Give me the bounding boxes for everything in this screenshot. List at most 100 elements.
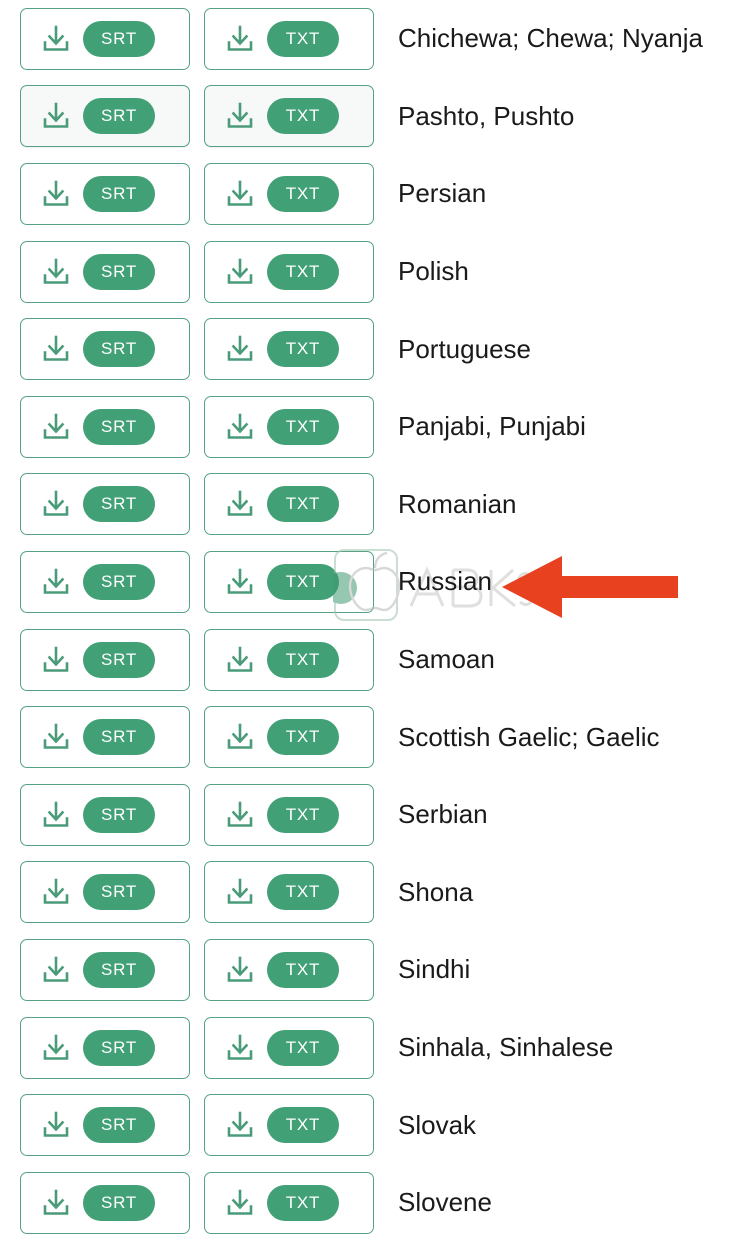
srt-format-badge: SRT — [83, 874, 155, 911]
download-srt-button[interactable]: SRT — [20, 473, 190, 536]
download-txt-button[interactable]: TXT — [204, 1016, 374, 1079]
download-icon — [41, 24, 71, 54]
subtitle-download-page: SRT TXT Chichewa; Chewa; Nyanja SRT TXT … — [0, 0, 740, 1246]
srt-format-badge: SRT — [83, 98, 155, 135]
srt-format-badge: SRT — [83, 719, 155, 756]
language-row-sindhi: SRT TXT Sindhi — [0, 931, 740, 1009]
download-icon — [225, 645, 255, 675]
download-icon — [225, 257, 255, 287]
language-row-chichewa-chewa-nyanja: SRT TXT Chichewa; Chewa; Nyanja — [0, 0, 740, 78]
download-srt-button[interactable]: SRT — [20, 783, 190, 846]
download-txt-button[interactable]: TXT — [204, 162, 374, 225]
language-row-serbian: SRT TXT Serbian — [0, 776, 740, 854]
download-txt-button[interactable]: TXT — [204, 395, 374, 458]
download-srt-button[interactable]: SRT — [20, 7, 190, 70]
language-download-list: SRT TXT Chichewa; Chewa; Nyanja SRT TXT … — [0, 0, 740, 1242]
download-srt-button[interactable]: SRT — [20, 85, 190, 148]
language-row-polish: SRT TXT Polish — [0, 233, 740, 311]
srt-format-badge: SRT — [83, 408, 155, 445]
download-txt-button[interactable]: TXT — [204, 473, 374, 536]
txt-format-badge: TXT — [267, 253, 339, 290]
srt-format-badge: SRT — [83, 563, 155, 600]
download-icon — [41, 412, 71, 442]
language-label: Polish — [398, 255, 469, 286]
download-txt-button[interactable]: TXT — [204, 628, 374, 691]
txt-format-badge: TXT — [267, 874, 339, 911]
language-label: Sinhala, Sinhalese — [398, 1031, 614, 1062]
download-txt-button[interactable]: TXT — [204, 240, 374, 303]
download-txt-button[interactable]: TXT — [204, 706, 374, 769]
download-icon — [225, 955, 255, 985]
download-icon — [225, 412, 255, 442]
download-icon — [41, 334, 71, 364]
download-txt-button[interactable]: TXT — [204, 938, 374, 1001]
language-row-persian: SRT TXT Persian — [0, 155, 740, 233]
language-row-pashto-pushto: SRT TXT Pashto, Pushto — [0, 78, 740, 156]
download-txt-button[interactable]: TXT — [204, 783, 374, 846]
language-label: Slovak — [398, 1109, 477, 1140]
language-label: Panjabi, Punjabi — [398, 411, 586, 442]
txt-format-badge: TXT — [267, 1184, 339, 1221]
language-label: Pashto, Pushto — [398, 100, 575, 131]
download-txt-button[interactable]: TXT — [204, 1094, 374, 1157]
download-icon — [225, 722, 255, 752]
download-icon — [225, 101, 255, 131]
txt-format-badge: TXT — [267, 98, 339, 135]
download-srt-button[interactable]: SRT — [20, 706, 190, 769]
download-srt-button[interactable]: SRT — [20, 240, 190, 303]
txt-format-badge: TXT — [267, 563, 339, 600]
txt-format-badge: TXT — [267, 20, 339, 57]
download-icon — [225, 800, 255, 830]
download-icon — [41, 179, 71, 209]
srt-format-badge: SRT — [83, 1184, 155, 1221]
download-srt-button[interactable]: SRT — [20, 1016, 190, 1079]
download-icon — [225, 179, 255, 209]
language-label: Samoan — [398, 643, 495, 674]
download-txt-button[interactable]: TXT — [204, 550, 374, 613]
txt-format-badge: TXT — [267, 1029, 339, 1066]
download-icon — [41, 645, 71, 675]
txt-format-badge: TXT — [267, 175, 339, 212]
language-row-russian: SRT TXT Russian — [0, 543, 740, 621]
language-row-portuguese: SRT TXT Portuguese — [0, 310, 740, 388]
download-txt-button[interactable]: TXT — [204, 7, 374, 70]
download-srt-button[interactable]: SRT — [20, 628, 190, 691]
download-srt-button[interactable]: SRT — [20, 1171, 190, 1234]
language-row-shona: SRT TXT Shona — [0, 854, 740, 932]
language-label: Serbian — [398, 799, 488, 830]
txt-format-badge: TXT — [267, 719, 339, 756]
download-txt-button[interactable]: TXT — [204, 85, 374, 148]
download-icon — [41, 955, 71, 985]
language-label: Persian — [398, 178, 487, 209]
download-srt-button[interactable]: SRT — [20, 938, 190, 1001]
download-srt-button[interactable]: SRT — [20, 550, 190, 613]
download-icon — [225, 1188, 255, 1218]
download-srt-button[interactable]: SRT — [20, 162, 190, 225]
download-srt-button[interactable]: SRT — [20, 1094, 190, 1157]
language-label: Slovene — [398, 1187, 492, 1218]
language-label: Shona — [398, 876, 474, 907]
download-srt-button[interactable]: SRT — [20, 395, 190, 458]
srt-format-badge: SRT — [83, 486, 155, 523]
download-txt-button[interactable]: TXT — [204, 318, 374, 381]
download-icon — [225, 334, 255, 364]
download-srt-button[interactable]: SRT — [20, 861, 190, 924]
txt-format-badge: TXT — [267, 408, 339, 445]
srt-format-badge: SRT — [83, 20, 155, 57]
srt-format-badge: SRT — [83, 641, 155, 678]
txt-format-badge: TXT — [267, 641, 339, 678]
txt-format-badge: TXT — [267, 796, 339, 833]
download-icon — [225, 1110, 255, 1140]
srt-format-badge: SRT — [83, 951, 155, 988]
download-icon — [41, 1188, 71, 1218]
download-txt-button[interactable]: TXT — [204, 861, 374, 924]
download-icon — [41, 101, 71, 131]
txt-format-badge: TXT — [267, 331, 339, 368]
download-icon — [41, 1033, 71, 1063]
download-txt-button[interactable]: TXT — [204, 1171, 374, 1234]
download-icon — [41, 800, 71, 830]
srt-format-badge: SRT — [83, 1029, 155, 1066]
download-srt-button[interactable]: SRT — [20, 318, 190, 381]
download-icon — [41, 567, 71, 597]
language-label: Sindhi — [398, 954, 471, 985]
